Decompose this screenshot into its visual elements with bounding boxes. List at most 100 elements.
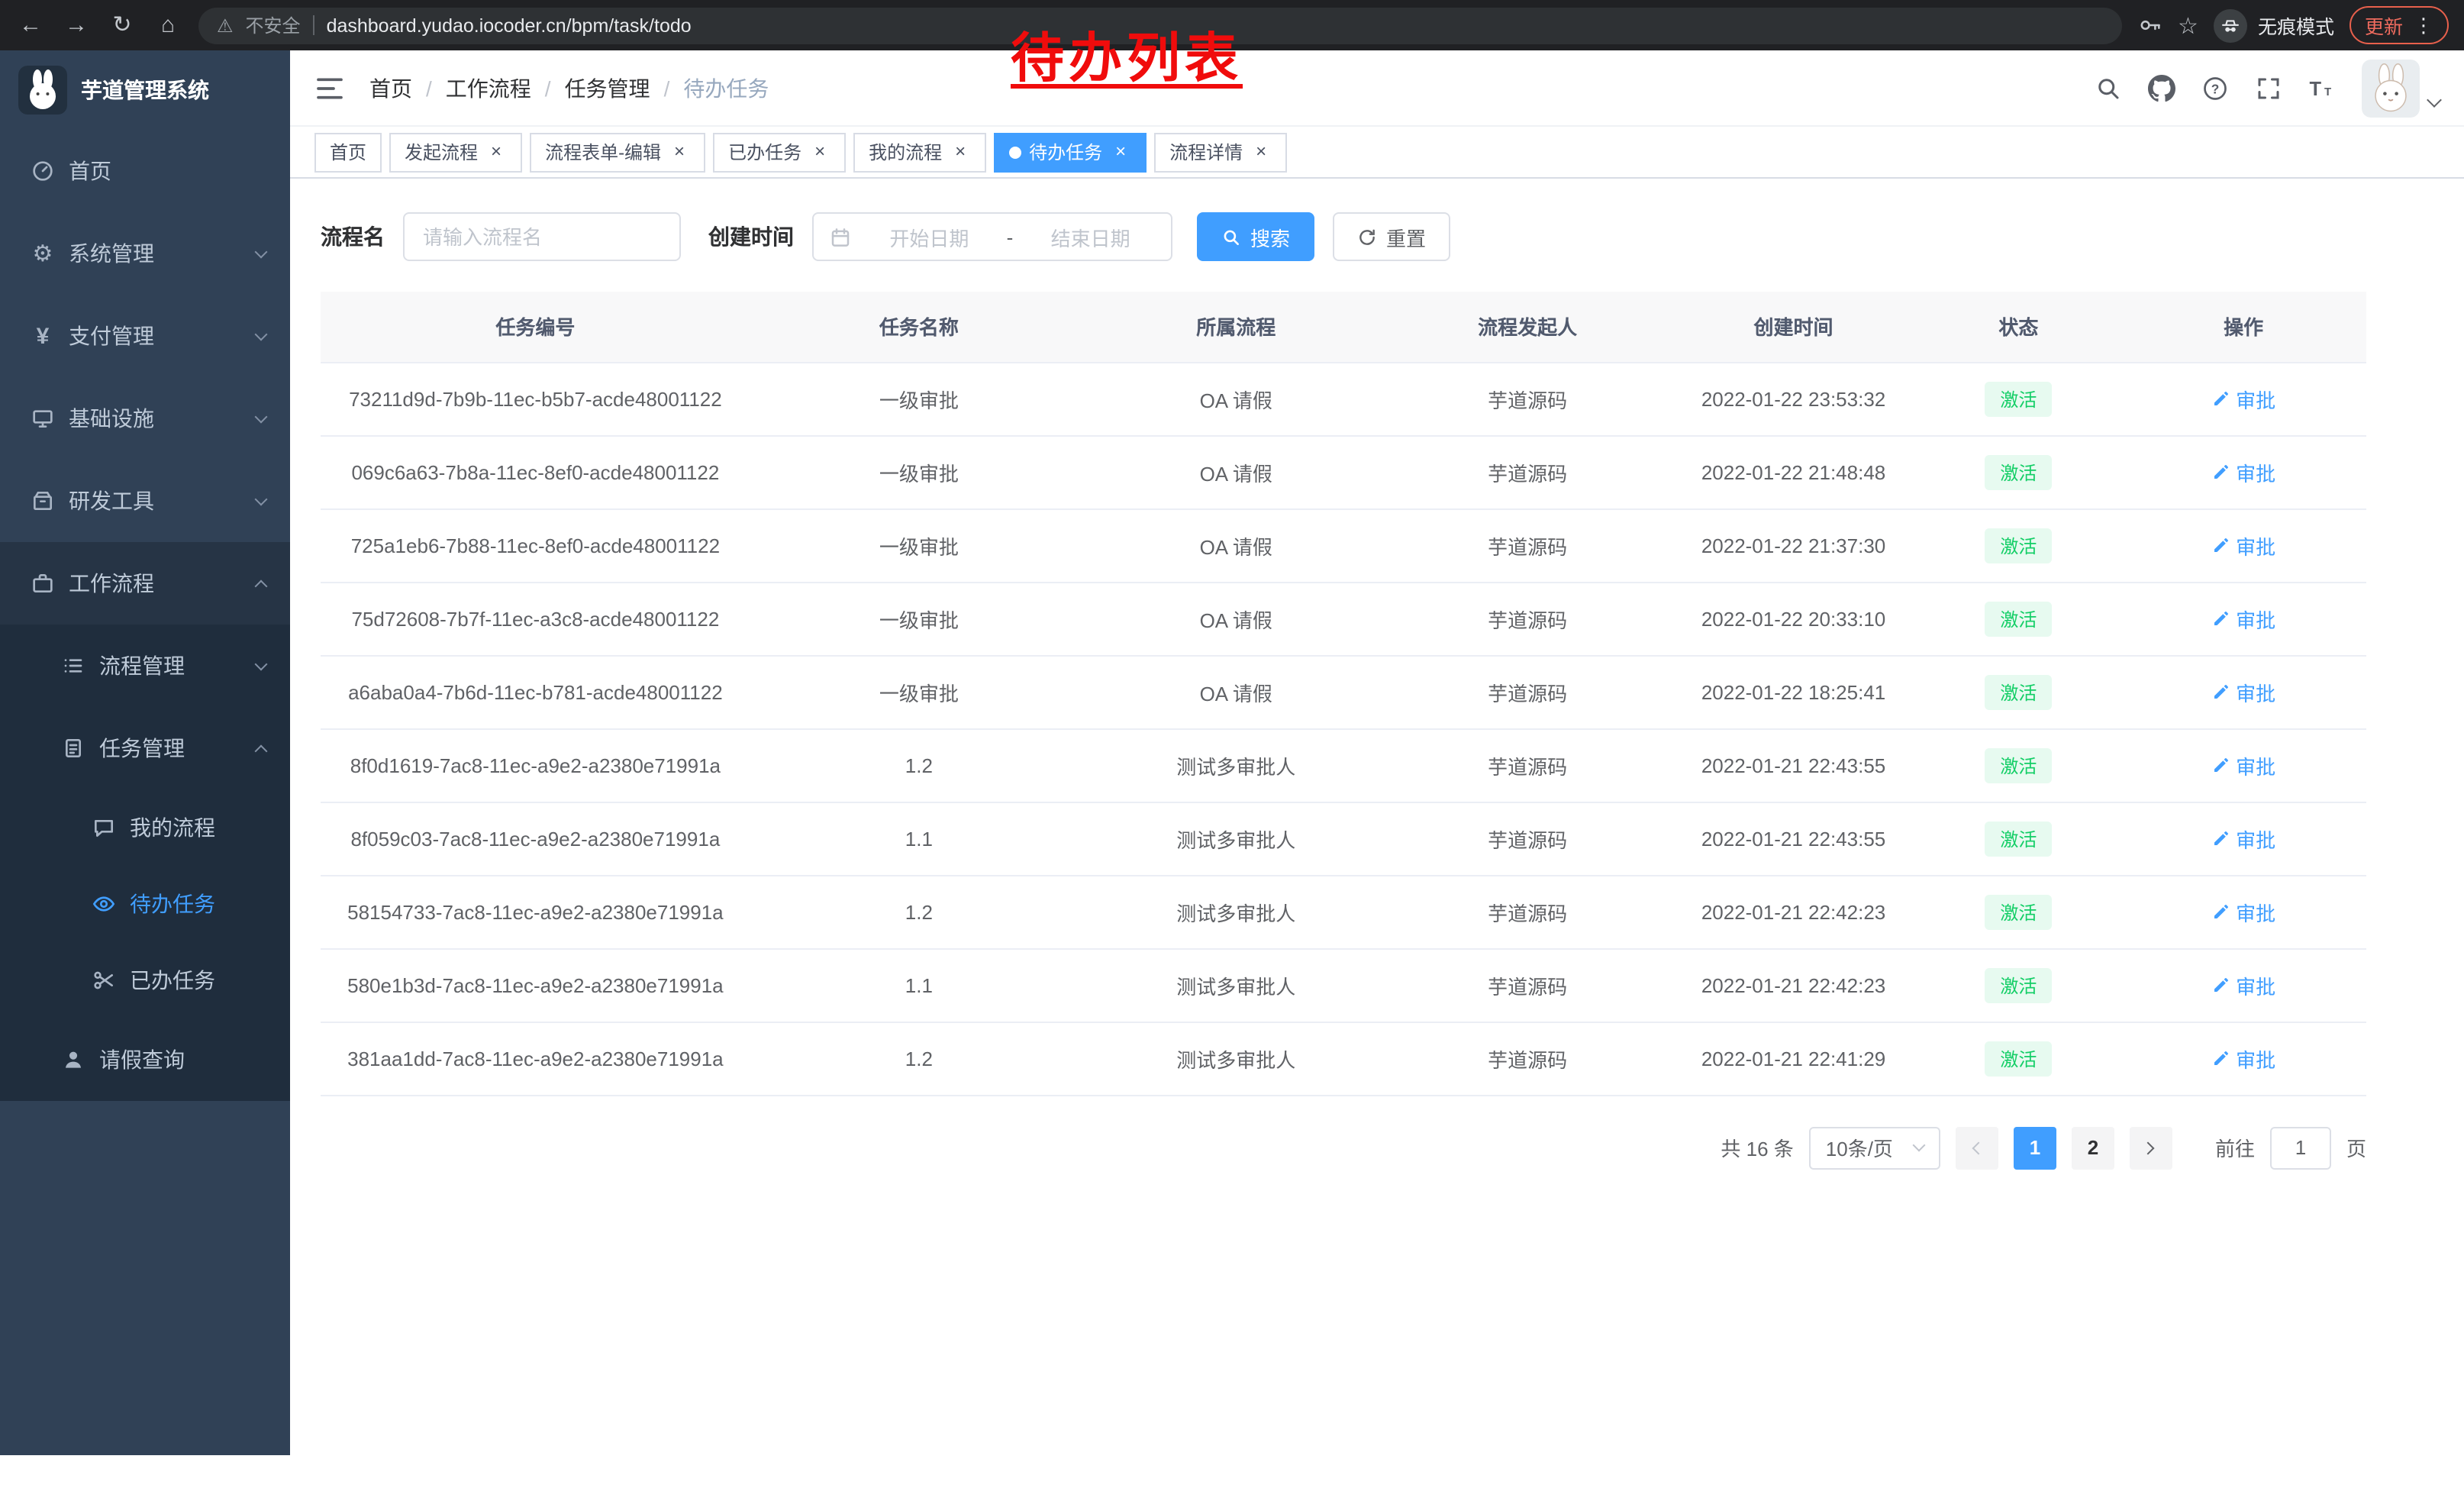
cell-starter: 芋道源码 xyxy=(1385,508,1671,582)
browser-menu-dots-icon[interactable]: ⋮ xyxy=(2414,13,2433,37)
browser-forward-icon[interactable]: → xyxy=(61,8,92,42)
chevron-down-icon xyxy=(255,245,268,258)
cell-created: 2022-01-21 22:43:55 xyxy=(1671,802,1917,875)
sidebar-item-label: 支付管理 xyxy=(69,321,154,351)
tab-my-processes[interactable]: 我的流程 × xyxy=(853,132,986,172)
tab-start-process[interactable]: 发起流程 × xyxy=(389,132,522,172)
table-row: 580e1b3d-7ac8-11ec-a9e2-a2380e71991a 1.1… xyxy=(321,948,2366,1022)
approve-link[interactable]: 审批 xyxy=(2211,604,2275,633)
approve-link[interactable]: 审批 xyxy=(2211,1044,2275,1073)
breadcrumb-task-management[interactable]: 任务管理 xyxy=(565,73,650,103)
eye-icon xyxy=(92,892,116,916)
edit-icon xyxy=(2211,1049,2230,1067)
column-header: 创建时间 xyxy=(1671,292,1917,362)
tab-close-icon[interactable]: × xyxy=(1250,141,1272,163)
incognito-label: 无痕模式 xyxy=(2258,11,2334,40)
cell-starter: 芋道源码 xyxy=(1385,1022,1671,1095)
approve-label: 审批 xyxy=(2236,531,2275,560)
tab-close-icon[interactable]: × xyxy=(950,141,971,163)
cell-created: 2022-01-22 21:48:48 xyxy=(1671,435,1917,508)
cell-process: OA 请假 xyxy=(1088,655,1385,728)
sidebar-item-todo-tasks[interactable]: 待办任务 xyxy=(0,866,290,942)
github-icon[interactable] xyxy=(2148,74,2175,102)
search-icon[interactable] xyxy=(2095,74,2122,102)
navbar-actions: ? TT xyxy=(2095,59,2440,117)
help-icon[interactable]: ? xyxy=(2201,74,2229,102)
date-range-picker[interactable]: 开始日期 - 结束日期 xyxy=(812,212,1172,261)
edit-icon xyxy=(2211,463,2230,481)
sidebar-item-leave-query[interactable]: 请假查询 xyxy=(0,1018,290,1101)
address-bar[interactable]: ⚠ 不安全 dashboard.yudao.iocoder.cn/bpm/tas… xyxy=(198,7,2121,44)
cell-task-name: 一级审批 xyxy=(750,655,1088,728)
chevron-down-icon xyxy=(255,492,268,505)
tab-label: 我的流程 xyxy=(869,139,942,165)
sidebar-item-home[interactable]: 首页 xyxy=(0,130,290,212)
cell-starter: 芋道源码 xyxy=(1385,948,1671,1022)
user-avatar[interactable] xyxy=(2362,59,2440,117)
fullscreen-icon[interactable] xyxy=(2255,74,2282,102)
cell-task-id: 381aa1dd-7ac8-11ec-a9e2-a2380e71991a xyxy=(321,1022,750,1095)
approve-link[interactable]: 审批 xyxy=(2211,531,2275,560)
edit-icon xyxy=(2211,829,2230,847)
browser-update-button[interactable]: 更新 ⋮ xyxy=(2350,6,2449,44)
browser-back-icon[interactable]: ← xyxy=(15,8,46,42)
sidebar-item-infrastructure[interactable]: 基础设施 xyxy=(0,377,290,460)
collapse-sidebar-icon[interactable] xyxy=(314,73,345,103)
sidebar-item-payment[interactable]: ¥ 支付管理 xyxy=(0,295,290,377)
browser-reload-icon[interactable]: ↻ xyxy=(107,8,137,42)
approve-link[interactable]: 审批 xyxy=(2211,824,2275,853)
sidebar-item-devtools[interactable]: 研发工具 xyxy=(0,460,290,542)
tab-close-icon[interactable]: × xyxy=(669,141,690,163)
page-button-2[interactable]: 2 xyxy=(2072,1126,2114,1169)
breadcrumb-home[interactable]: 首页 xyxy=(369,73,412,103)
cell-task-name: 1.2 xyxy=(750,1022,1088,1095)
approve-link[interactable]: 审批 xyxy=(2211,457,2275,486)
page-button-1[interactable]: 1 xyxy=(2014,1126,2056,1169)
goto-page-input[interactable] xyxy=(2270,1126,2331,1169)
approve-link[interactable]: 审批 xyxy=(2211,970,2275,999)
tags-view-bar: 首页 发起流程 × 流程表单-编辑 × 已办任务 × 我的流程 × xyxy=(290,127,2464,179)
browser-home-icon[interactable]: ⌂ xyxy=(153,8,183,42)
cell-created: 2022-01-21 22:43:55 xyxy=(1671,728,1917,802)
sidebar-item-my-processes[interactable]: 我的流程 xyxy=(0,789,290,866)
cell-process: 测试多审批人 xyxy=(1088,948,1385,1022)
sidebar-item-workflow[interactable]: 工作流程 xyxy=(0,542,290,625)
tab-form-edit[interactable]: 流程表单-编辑 × xyxy=(530,132,705,172)
reset-button[interactable]: 重置 xyxy=(1333,212,1450,261)
tab-done-tasks[interactable]: 已办任务 × xyxy=(713,132,846,172)
tab-close-icon[interactable]: × xyxy=(485,141,507,163)
sidebar-item-label: 任务管理 xyxy=(99,733,185,763)
bookmark-star-icon[interactable]: ☆ xyxy=(2178,11,2198,39)
next-page-button[interactable] xyxy=(2130,1126,2172,1169)
prev-page-button[interactable] xyxy=(1956,1126,1998,1169)
approve-link[interactable]: 审批 xyxy=(2211,384,2275,413)
approve-link[interactable]: 审批 xyxy=(2211,750,2275,780)
password-key-icon[interactable] xyxy=(2137,12,2162,38)
sidebar-item-process-management[interactable]: 流程管理 xyxy=(0,625,290,707)
cell-created: 2022-01-22 23:53:32 xyxy=(1671,362,1917,435)
approve-link[interactable]: 审批 xyxy=(2211,677,2275,706)
tab-close-icon[interactable]: × xyxy=(809,141,830,163)
breadcrumb-separator: / xyxy=(545,76,551,100)
search-button-label: 搜索 xyxy=(1250,222,1290,251)
page-size-select[interactable]: 10条/页 xyxy=(1809,1126,1940,1169)
cell-task-name: 1.1 xyxy=(750,948,1088,1022)
table-row: 75d72608-7b7f-11ec-a3c8-acde48001122 一级审… xyxy=(321,582,2366,655)
breadcrumb-workflow[interactable]: 工作流程 xyxy=(446,73,531,103)
tab-process-detail[interactable]: 流程详情 × xyxy=(1154,132,1287,172)
tab-close-icon[interactable]: × xyxy=(1110,141,1131,163)
search-button[interactable]: 搜索 xyxy=(1197,212,1314,261)
sidebar-item-system[interactable]: ⚙ 系统管理 xyxy=(0,212,290,295)
approve-link[interactable]: 审批 xyxy=(2211,897,2275,926)
process-name-input[interactable] xyxy=(403,212,681,261)
cell-task-name: 一级审批 xyxy=(750,582,1088,655)
browser-chrome: ← → ↻ ⌂ ⚠ 不安全 dashboard.yudao.iocoder.cn… xyxy=(0,0,2464,50)
sidebar-item-label: 请假查询 xyxy=(99,1044,185,1075)
filter-form: 流程名 创建时间 开始日期 - 结束日期 搜索 重 xyxy=(321,212,2366,261)
sidebar-item-done-tasks[interactable]: 已办任务 xyxy=(0,942,290,1018)
tab-home[interactable]: 首页 xyxy=(314,132,382,172)
sidebar-item-task-management[interactable]: 任务管理 xyxy=(0,707,290,789)
tab-todo-tasks[interactable]: 待办任务 × xyxy=(994,132,1147,172)
font-size-icon[interactable]: TT xyxy=(2308,74,2336,102)
table-header-row: 任务编号 任务名称 所属流程 流程发起人 创建时间 状态 操作 xyxy=(321,292,2366,362)
